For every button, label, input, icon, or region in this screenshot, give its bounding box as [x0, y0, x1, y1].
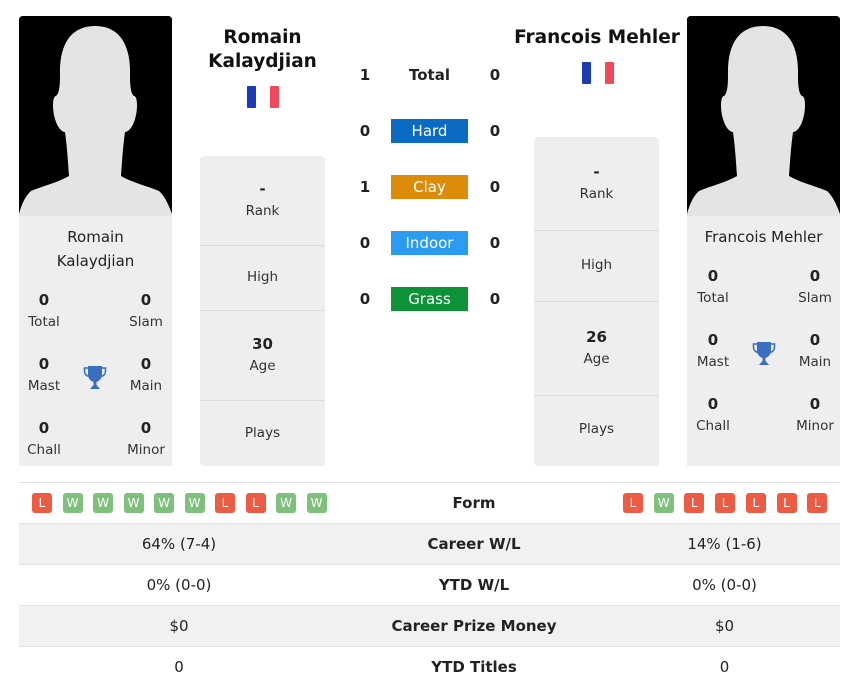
france-flag-icon	[247, 86, 279, 108]
player1-stat-chall: 0 Chall	[27, 419, 61, 458]
player2-stat-minor: 0 Minor	[796, 395, 834, 434]
player1-stat-mast: 0 Mast	[27, 355, 61, 394]
h2h-label-total: Total	[409, 66, 450, 84]
h2h-row-clay: 1 Clay 0	[350, 175, 510, 199]
player1-rank: - Rank	[200, 156, 325, 246]
player2-rank: - Rank	[534, 137, 659, 231]
player1-form-result-loss[interactable]: L	[245, 493, 266, 513]
player2-prize-money: $0	[714, 617, 735, 635]
player2-plays: Plays	[578, 421, 615, 437]
avatar-silhouette-icon	[19, 16, 172, 216]
player1-card-name-line1: Romain	[67, 228, 124, 246]
player2-form-result-loss[interactable]: L	[807, 493, 828, 513]
player2-ytd-wl: 0% (0-0)	[692, 576, 757, 594]
player1-plays: Plays	[244, 425, 281, 441]
form-label: Form	[452, 494, 496, 512]
player1-prize-money: $0	[169, 617, 189, 635]
player2-stat-total: 0 Total	[697, 267, 729, 306]
player2-card: Francois Mehler 0 Total 0 Slam 0 Mast 0 Main…	[687, 216, 840, 466]
player1-form-result-win[interactable]: W	[123, 493, 144, 513]
player1-career-wl: 64% (7-4)	[141, 535, 217, 553]
player1-name[interactable]: Romain Kalaydjian	[185, 26, 340, 74]
player1-form-result-win[interactable]: W	[154, 493, 174, 513]
ytd-titles-label: YTD Titles	[431, 658, 517, 676]
player2-form-result-loss[interactable]: L	[623, 493, 643, 513]
ytd-wl-row: 0% (0-0) YTD W/L 0% (0-0)	[19, 564, 840, 605]
surface-badge-grass: Grass	[391, 287, 468, 311]
h2h-row-indoor: 0 Indoor 0	[350, 231, 510, 255]
france-flag-icon	[582, 62, 614, 84]
player1-form-result-loss[interactable]: L	[32, 493, 52, 513]
player1-form-result-win[interactable]: W	[62, 493, 83, 513]
ytd-titles-row: 0 YTD Titles 0	[19, 646, 840, 687]
player1-photo	[19, 16, 172, 216]
trophy-icon	[83, 366, 107, 389]
player2-form-result-win[interactable]: W	[653, 493, 674, 513]
h2h-row-grass: 0 Grass 0	[350, 287, 510, 311]
player2-photo	[687, 16, 840, 216]
player2-info-panel: - Rank High 26 Age Plays	[534, 137, 659, 466]
prize-money-row: $0 Career Prize Money $0	[19, 605, 840, 646]
avatar-silhouette-icon	[687, 16, 840, 216]
h2h-row-hard: 0 Hard 0	[350, 119, 510, 143]
trophy-icon	[752, 342, 776, 365]
player2-form-result-loss[interactable]: L	[745, 493, 766, 513]
career-wl-row: 64% (7-4) Career W/L 14% (1-6)	[19, 523, 840, 564]
h2h-row-total: 1 Total 0	[350, 63, 510, 87]
player1-card-name-line2: Kalaydjian	[56, 252, 135, 270]
player1-form-result-win[interactable]: W	[306, 493, 327, 513]
player1-ytd-titles: 0	[174, 658, 184, 676]
player1-age: 30 Age	[200, 311, 325, 401]
player1-stat-minor: 0 Minor	[127, 419, 165, 458]
player1-name-line1: Romain	[223, 27, 302, 48]
player1-stat-slam: 0 Slam	[129, 291, 163, 330]
player2-name[interactable]: Francois Mehler	[500, 26, 694, 50]
player2-stat-main: 0 Main	[798, 331, 832, 370]
player1-name-line2: Kalaydjian	[208, 51, 317, 72]
player2-card-name: Francois Mehler	[704, 228, 823, 246]
player1-form-result-win[interactable]: W	[93, 493, 113, 513]
player2-stat-chall: 0 Chall	[696, 395, 730, 434]
player1-ytd-wl: 0% (0-0)	[146, 576, 212, 594]
player2-form: LWLLLLL	[609, 483, 840, 523]
player1-form-result-win[interactable]: W	[184, 493, 205, 513]
player1-stat-main: 0 Main	[129, 355, 163, 394]
surface-badge-indoor: Indoor	[391, 231, 468, 255]
player1-stat-total: 0 Total	[28, 291, 60, 330]
player2-form-result-loss[interactable]: L	[684, 493, 705, 513]
ytd-wl-label: YTD W/L	[438, 576, 510, 594]
player2-stat-mast: 0 Mast	[696, 331, 730, 370]
player2-age: 26 Age	[534, 302, 659, 396]
prize-money-label: Career Prize Money	[391, 617, 557, 635]
surface-badge-clay: Clay	[391, 175, 468, 199]
player2-high: High	[534, 231, 659, 302]
player2-ytd-titles: 0	[719, 658, 730, 676]
player2-form-result-loss[interactable]: L	[715, 493, 736, 513]
player1-card: Romain Kalaydjian 0 Total 0 Slam 0 Mast 0 Ma…	[19, 216, 172, 466]
career-wl-label: Career W/L	[427, 535, 521, 553]
player1-high: High	[200, 246, 325, 311]
player2-form-result-loss[interactable]: L	[776, 493, 797, 513]
player1-form-result-win[interactable]: W	[276, 493, 296, 513]
player2-stat-slam: 0 Slam	[798, 267, 832, 306]
form-row: LWWWWWLLWW Form LWLLLLL	[19, 482, 840, 523]
player1-info-panel: - Rank High 30 Age Plays	[200, 156, 325, 466]
player1-form: LWWWWWLLWW	[19, 483, 339, 523]
player2-career-wl: 14% (1-6)	[687, 535, 762, 553]
surface-badge-hard: Hard	[391, 119, 468, 143]
player1-form-result-loss[interactable]: L	[215, 493, 235, 513]
